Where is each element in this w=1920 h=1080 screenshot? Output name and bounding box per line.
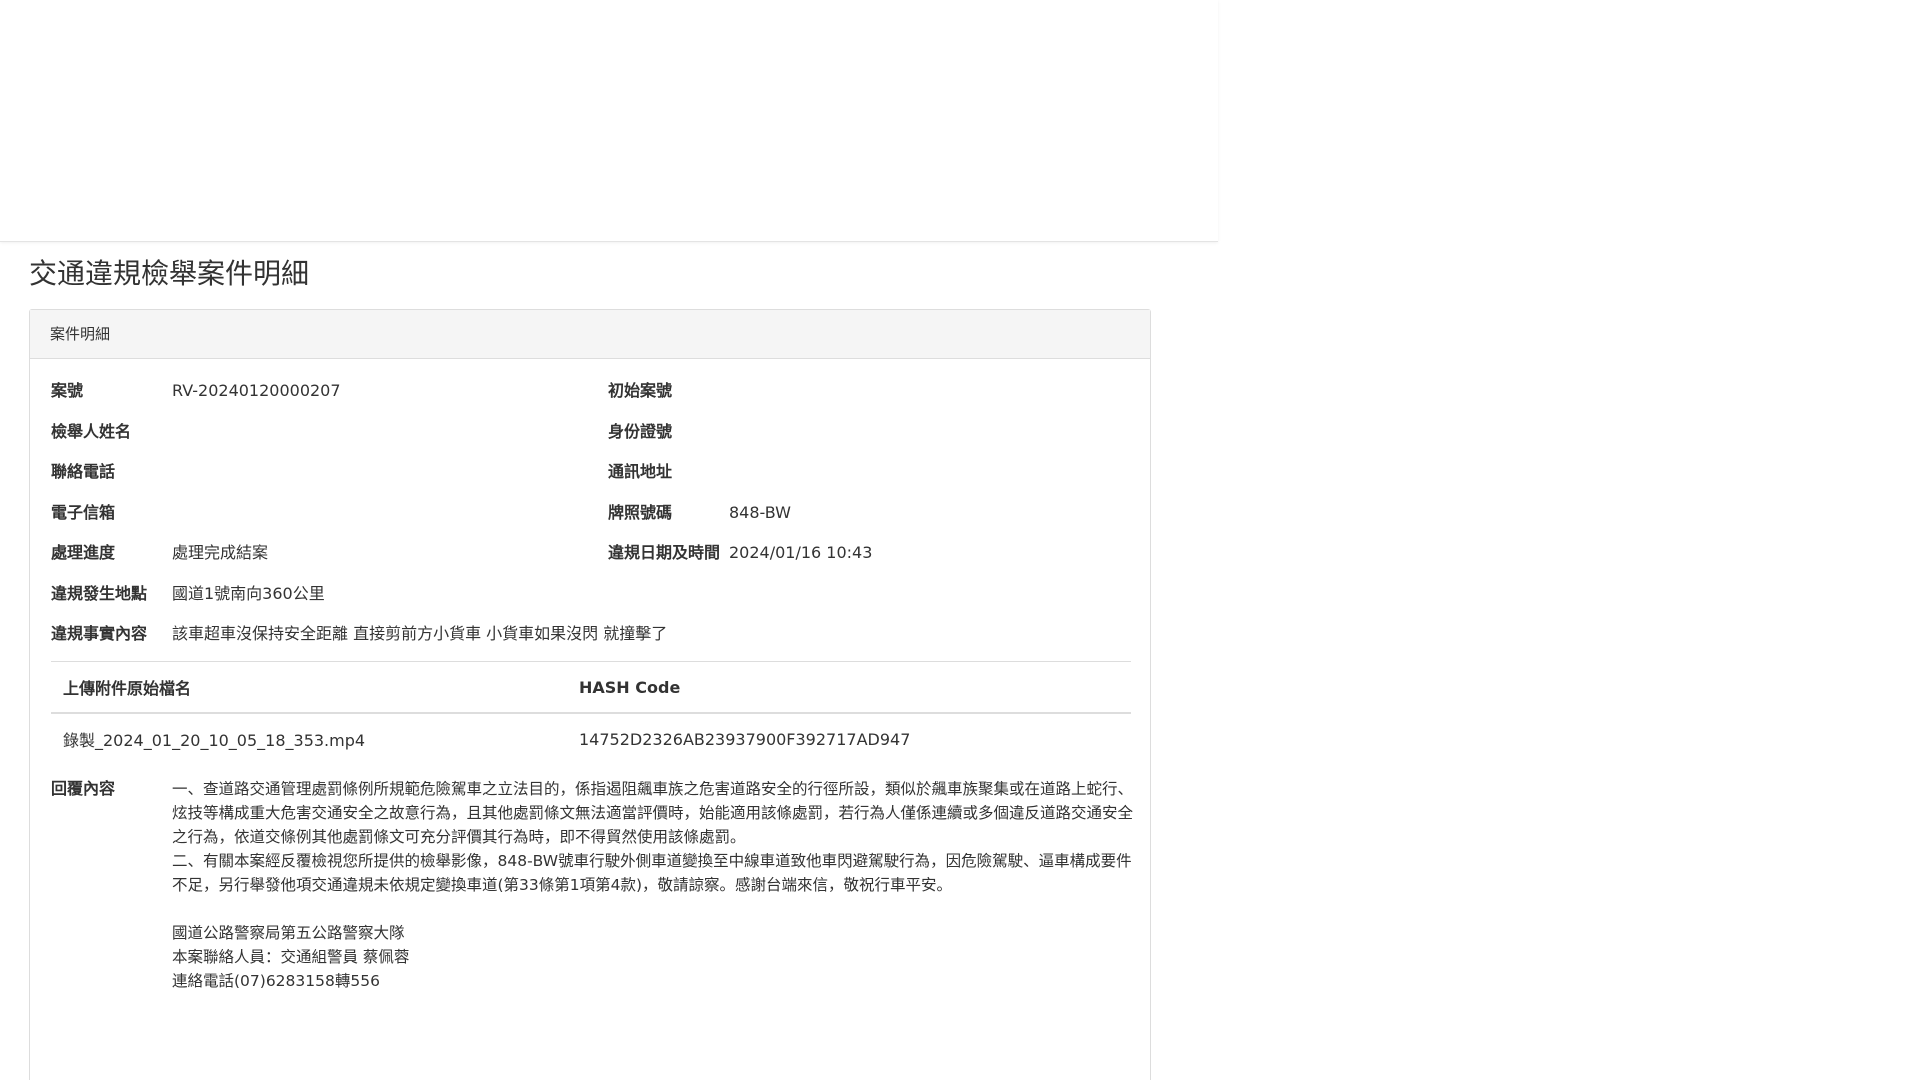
table-header-row: 上傳附件原始檔名 HASH Code — [51, 661, 1131, 714]
reply-signature-unit: 國道公路警察局第五公路警察大隊 — [172, 924, 405, 942]
location-value: 國道1號南向360公里 — [172, 584, 325, 603]
address-label: 通訊地址 — [608, 462, 673, 481]
filename-header: 上傳附件原始檔名 — [51, 661, 567, 714]
violation-datetime-value: 2024/01/16 10:43 — [729, 543, 873, 562]
attachment-filename[interactable]: 錄製_2024_01_20_10_05_18_353.mp4 — [51, 713, 567, 764]
case-detail-panel: 案件明細 案號 RV-20240120000207 初始案號 檢舉人姓名 身份證… — [29, 309, 1151, 1080]
page-title: 交通違規檢舉案件明細 — [29, 257, 310, 290]
initial-case-no-label: 初始案號 — [608, 381, 673, 400]
facts-label: 違規事實內容 — [51, 624, 148, 643]
plate-no-label: 牌照號碼 — [608, 503, 673, 522]
top-navbar — [0, 0, 1218, 242]
reply-signature-phone: 連絡電話(07)6283158轉556 — [172, 972, 380, 990]
location-label: 違規發生地點 — [51, 584, 148, 603]
case-no-value: RV-20240120000207 — [172, 381, 341, 400]
email-label: 電子信箱 — [51, 503, 116, 522]
case-no-label: 案號 — [51, 381, 84, 400]
id-no-label: 身份證號 — [608, 422, 673, 441]
progress-value: 處理完成結案 — [172, 543, 269, 562]
table-row: 錄製_2024_01_20_10_05_18_353.mp4 14752D232… — [51, 713, 1131, 764]
panel-heading: 案件明細 — [30, 310, 1150, 359]
phone-label: 聯絡電話 — [51, 462, 116, 481]
reply-text: 一、查道路交通管理處罰條例所規範危險駕車之立法目的，係指遏阻飆車族之危害道路安全… — [172, 777, 1135, 993]
reply-paragraph-1: 一、查道路交通管理處罰條例所規範危險駕車之立法目的，係指遏阻飆車族之危害道路安全… — [172, 780, 1134, 846]
plate-no-value: 848-BW — [729, 503, 791, 522]
attachments-table: 上傳附件原始檔名 HASH Code 錄製_2024_01_20_10_05_1… — [51, 661, 1131, 764]
violation-datetime-label: 違規日期及時間 — [608, 543, 721, 562]
reply-label: 回覆內容 — [51, 779, 116, 798]
facts-value: 該車超車沒保持安全距離 直接剪前方小貨車 小貨車如果沒閃 就撞擊了 — [172, 624, 668, 643]
reply-paragraph-2: 二、有關本案經反覆檢視您所提供的檢舉影像，848-BW號車行駛外側車道變換至中線… — [172, 852, 1132, 894]
attachment-hash: 14752D2326AB23937900F392717AD947 — [579, 729, 911, 749]
reply-signature-contact: 本案聯絡人員：交通組警員 蔡佩蓉 — [172, 948, 410, 966]
hash-header: HASH Code — [567, 661, 1131, 714]
progress-label: 處理進度 — [51, 543, 116, 562]
reporter-name-label: 檢舉人姓名 — [51, 422, 132, 441]
